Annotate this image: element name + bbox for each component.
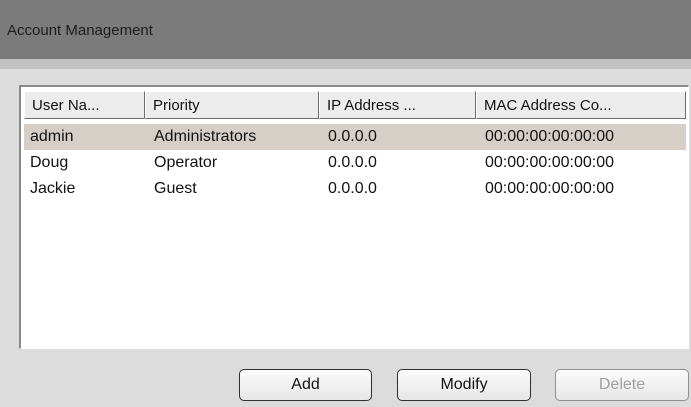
cell-ip-address: 0.0.0.0 bbox=[328, 154, 377, 171]
column-header-user-name[interactable]: User Na... bbox=[24, 91, 145, 119]
add-button[interactable]: Add bbox=[239, 369, 372, 401]
title-bar: Account Management bbox=[0, 0, 691, 59]
cell-ip-address: 0.0.0.0 bbox=[328, 128, 377, 145]
account-table: User Na... Priority IP Address ... MAC A… bbox=[19, 85, 689, 349]
cell-priority: Guest bbox=[154, 180, 197, 197]
cell-user-name: Doug bbox=[30, 154, 69, 171]
title-separator bbox=[0, 59, 691, 69]
column-header-priority[interactable]: Priority bbox=[145, 91, 319, 119]
cell-ip-address: 0.0.0.0 bbox=[328, 180, 377, 197]
account-management-window: Account Management User Na... Priority I… bbox=[0, 0, 691, 407]
column-header-ip-address[interactable]: IP Address ... bbox=[319, 91, 476, 119]
cell-mac-address: 00:00:00:00:00:00 bbox=[485, 180, 615, 197]
cell-mac-address: 00:00:00:00:00:00 bbox=[485, 154, 615, 171]
cell-user-name: admin bbox=[30, 128, 74, 145]
table-row[interactable]: admin Administrators 0.0.0.0 00:00:00:00… bbox=[24, 124, 686, 150]
table-row[interactable]: Jackie Guest 0.0.0.0 00:00:00:00:00:00 bbox=[24, 176, 686, 202]
cell-mac-address: 00:00:00:00:00:00 bbox=[485, 128, 615, 145]
cell-user-name: Jackie bbox=[30, 180, 76, 197]
table-header: User Na... Priority IP Address ... MAC A… bbox=[24, 91, 688, 121]
modify-button[interactable]: Modify bbox=[397, 369, 531, 401]
cell-priority: Administrators bbox=[154, 128, 257, 145]
table-row[interactable]: Doug Operator 0.0.0.0 00:00:00:00:00:00 bbox=[24, 150, 686, 176]
column-header-mac-address[interactable]: MAC Address Co... bbox=[476, 91, 686, 119]
window-title: Account Management bbox=[7, 22, 153, 39]
cell-priority: Operator bbox=[154, 154, 218, 171]
delete-button[interactable]: Delete bbox=[555, 369, 689, 401]
